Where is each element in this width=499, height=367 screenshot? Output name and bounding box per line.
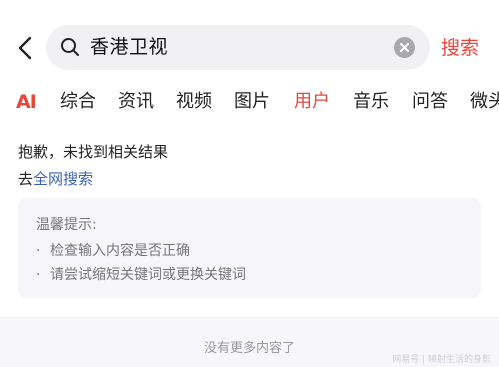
tab-qa[interactable]: 问答 <box>412 84 448 120</box>
search-button[interactable]: 搜索 <box>441 22 479 74</box>
tab-weitoutiao[interactable]: 微头 <box>470 84 499 120</box>
no-results-message: 抱歉，未找到相关结果 <box>18 143 169 161</box>
tab-news[interactable]: 资讯 <box>118 84 154 120</box>
tip-text: 检查输入内容是否正确 <box>50 243 190 259</box>
bullet-icon: · <box>36 267 41 283</box>
tip-text: 请尝试缩短关键词或更换关键词 <box>50 267 246 283</box>
search-icon <box>59 36 81 58</box>
search-query-text[interactable]: 香港卫视 <box>90 25 168 70</box>
tab-video[interactable]: 视频 <box>176 84 212 120</box>
back-chevron-icon[interactable] <box>12 33 40 63</box>
search-input[interactable]: 香港卫视 <box>46 25 430 70</box>
tab-music[interactable]: 音乐 <box>353 84 389 120</box>
tip-item: · 请尝试缩短关键词或更换关键词 <box>36 264 246 284</box>
web-search-link[interactable]: 全网搜索 <box>33 170 93 188</box>
watermark: 网易号 | 映射生活的身影 <box>392 355 491 365</box>
tip-item: · 检查输入内容是否正确 <box>36 240 190 260</box>
tab-ai[interactable]: AI <box>16 84 37 120</box>
tips-title: 温馨提示: <box>36 217 97 233</box>
tab-users-label: 用户 <box>294 91 330 112</box>
tab-users[interactable]: 用户 <box>294 84 330 120</box>
tab-comprehensive[interactable]: 综合 <box>60 84 96 120</box>
tab-images[interactable]: 图片 <box>234 84 270 120</box>
web-search-prompt: 去全网搜索 <box>18 168 93 189</box>
tips-box: 温馨提示: · 检查输入内容是否正确 · 请尝试缩短关键词或更换关键词 <box>18 198 481 298</box>
search-header: 香港卫视 搜索 <box>0 22 499 74</box>
category-tabs: AI 综合 资讯 视频 图片 用户 音乐 问答 微头 <box>0 84 499 122</box>
web-search-prefix: 去 <box>18 170 34 188</box>
clear-icon[interactable] <box>394 37 415 58</box>
bullet-icon: · <box>36 243 41 259</box>
